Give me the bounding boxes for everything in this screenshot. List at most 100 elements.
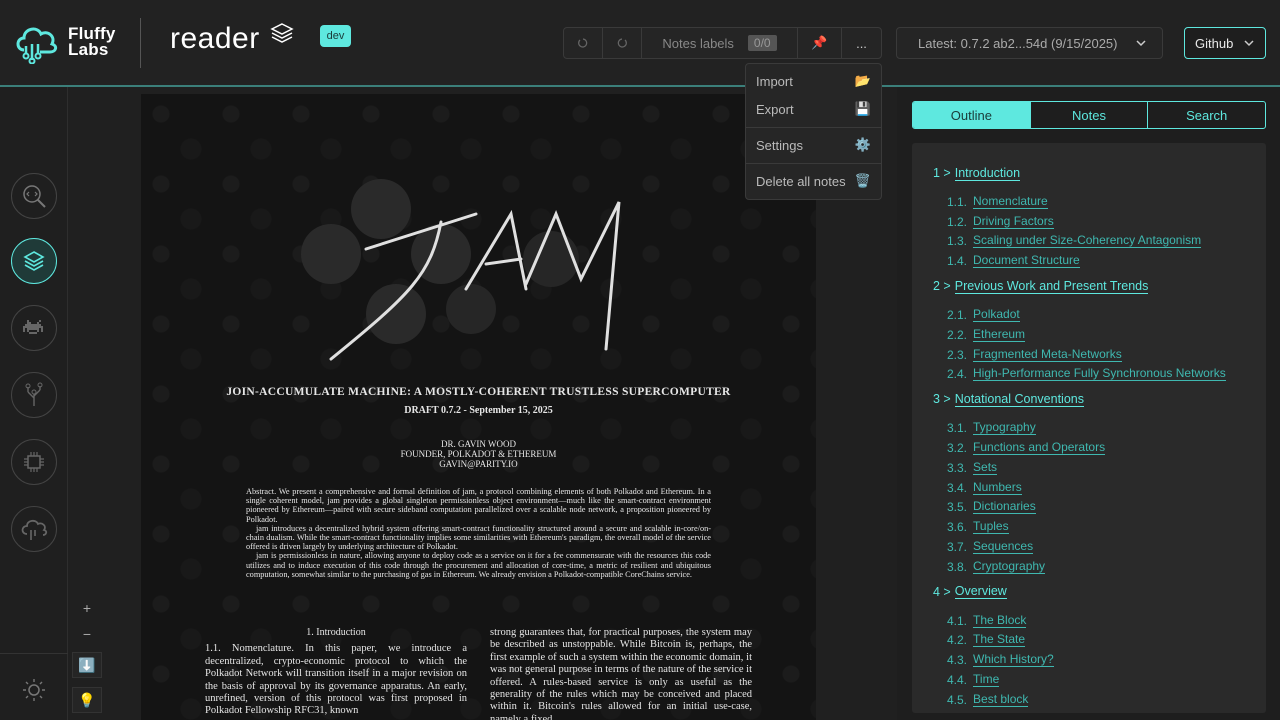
outline-section-link[interactable]: Overview	[954, 584, 1007, 600]
outline-subsection[interactable]: 4.1. The Block	[912, 611, 1266, 631]
author-email: GAVIN@PARITY.IO	[439, 459, 518, 469]
outline-section-link[interactable]: Previous Work and Present Trends	[954, 279, 1149, 294]
notes-labels-button[interactable]: Notes labels 0/0	[642, 28, 798, 58]
outline-subsection-link[interactable]: Best block	[973, 692, 1029, 707]
tab-outline[interactable]: Outline	[913, 102, 1031, 128]
outline-subsection-link[interactable]: Which History?	[973, 653, 1054, 668]
outline-subsection-link[interactable]: Polkadot	[973, 308, 1020, 323]
outline-subsection-link[interactable]: Fragmented Meta-Networks	[973, 347, 1122, 362]
zoom-in-button[interactable]: +	[72, 595, 102, 621]
cloud-circuit-icon	[16, 27, 58, 64]
outline-subsection-number: 4.2.	[947, 633, 968, 648]
sidebar-item-reader[interactable]	[11, 238, 57, 284]
tips-button[interactable]: 💡	[72, 687, 102, 713]
undo-button[interactable]	[564, 28, 603, 58]
menu-item-import[interactable]: Import 📂	[746, 67, 881, 95]
download-button[interactable]: ⬇️	[72, 652, 102, 678]
sidebar-item-code-search[interactable]	[11, 173, 57, 219]
outline-section-link[interactable]: Notational Conventions	[954, 392, 1084, 407]
redo-button[interactable]	[603, 28, 642, 58]
sidebar-item-invaders[interactable]	[11, 305, 57, 351]
outline-section-link[interactable]: Introduction	[954, 166, 1021, 181]
outline-subsection-link[interactable]: Numbers	[973, 480, 1022, 495]
pdf-page[interactable]: JOIN-ACCUMULATE MACHINE: A MOSTLY-COHERE…	[141, 94, 816, 720]
sidebar-item-fluffy[interactable]	[11, 506, 57, 552]
theme-toggle-button[interactable]	[11, 667, 57, 713]
outline-section[interactable]: 3 > Notational Conventions	[912, 389, 1266, 409]
outline-subsection-link[interactable]: Sets	[973, 460, 998, 475]
outline-subsection[interactable]: 1.1. Nomenclature	[912, 192, 1266, 212]
outline-panel: 1 > Introduction 1.1. Nomenclature 1.2. Drivi…	[912, 143, 1266, 713]
undo-icon	[578, 38, 588, 48]
more-menu-button[interactable]: ...	[842, 28, 881, 58]
outline-subsection[interactable]: 3.2. Functions and Operators	[912, 438, 1266, 458]
outline-subsection[interactable]: 1.4. Document Structure	[912, 251, 1266, 271]
circuit-tree-icon	[25, 382, 43, 406]
outline-subsection-link[interactable]: The State	[973, 633, 1026, 648]
outline-subsection-link[interactable]: Time	[973, 673, 1000, 688]
zoom-out-button[interactable]: −	[72, 621, 102, 647]
outline-subsection-link[interactable]: Typography	[973, 421, 1036, 436]
outline-subsection-number: 3.4.	[947, 480, 968, 495]
menu-item-label: Import	[756, 73, 793, 89]
outline-subsection-link[interactable]: Nomenclature	[973, 194, 1048, 209]
outline-subsection[interactable]: 3.4. Numbers	[912, 478, 1266, 498]
paper-author: DR. GAVIN WOOD FOUNDER, POLKADOT & ETHER…	[141, 439, 816, 469]
sidebar-item-circuit[interactable]	[11, 372, 57, 418]
github-select[interactable]: Github	[1184, 27, 1266, 59]
outline-section[interactable]: 2 > Previous Work and Present Trends	[912, 276, 1266, 296]
outline-subsection[interactable]: 3.5. Dictionaries	[912, 498, 1266, 518]
outline-subsection[interactable]: 4.3. Which History?	[912, 650, 1266, 670]
outline-subsection-link[interactable]: Cryptography	[973, 559, 1046, 574]
outline-subsection[interactable]: 2.3. Fragmented Meta-Networks	[912, 345, 1266, 365]
outline-subsection-number: 2.4.	[947, 367, 968, 382]
abstract-paragraph: jam introduces a decentralized hybrid sy…	[246, 523, 711, 552]
outline-subsection-link[interactable]: Sequences	[973, 540, 1034, 555]
outline-subsection[interactable]: 3.3. Sets	[912, 458, 1266, 478]
outline-subsection[interactable]: 2.4. High-Performance Fully Synchronous N…	[912, 365, 1266, 385]
dev-badge: dev	[320, 25, 351, 47]
paper-draft: DRAFT 0.7.2 - September 15, 2025	[404, 405, 553, 416]
outline-subsection[interactable]: 2.1. Polkadot	[912, 305, 1266, 325]
pin-button[interactable]: 📌	[798, 28, 842, 58]
outline-subsection-link[interactable]: Tuples	[973, 520, 1009, 535]
outline-subsection[interactable]: 3.7. Sequences	[912, 537, 1266, 557]
outline-subsection-link[interactable]: Document Structure	[973, 254, 1080, 269]
tab-notes[interactable]: Notes	[1031, 102, 1149, 128]
menu-item-export[interactable]: Export 💾	[746, 95, 881, 123]
outline-subsection[interactable]: 4.5. Best block	[912, 690, 1266, 710]
outline-subsection-number: 4.3.	[947, 653, 968, 668]
menu-item-delete-all-notes[interactable]: Delete all notes 🗑️	[746, 167, 881, 195]
outline-subsection-link[interactable]: Functions and Operators	[973, 441, 1106, 456]
outline-subsection[interactable]: 3.8. Cryptography	[912, 557, 1266, 577]
tab-search[interactable]: Search	[1148, 102, 1265, 128]
outline-subsection-number: 1.4.	[947, 254, 968, 269]
sidebar-item-chip[interactable]	[11, 439, 57, 485]
download-icon: ⬇️	[78, 656, 96, 673]
section-heading: 1. Introduction	[306, 627, 366, 638]
version-select[interactable]: Latest: 0.7.2 ab2...54d (9/15/2025)	[896, 27, 1163, 59]
outline-section[interactable]: 1 > Introduction	[912, 163, 1266, 183]
outline-subsection[interactable]: 4.2. The State	[912, 631, 1266, 651]
outline-subsection-number: 4.4.	[947, 673, 968, 688]
fluffy-labs-logo[interactable]: Fluffy Labs	[14, 20, 115, 64]
outline-section[interactable]: 4 > Overview	[912, 582, 1266, 602]
outline-subsection[interactable]: 1.2. Driving Factors	[912, 212, 1266, 232]
header: Fluffy Labs reader dev Notes labels 0/0 …	[0, 0, 1280, 87]
outline-subsection[interactable]: 3.6. Tuples	[912, 517, 1266, 537]
body-text: strong guarantees that, for practical pu…	[490, 627, 752, 720]
outline-subsection-link[interactable]: Scaling under Size-Coherency Antagonism	[973, 234, 1202, 249]
outline-subsection-link[interactable]: Driving Factors	[973, 214, 1054, 229]
outline-subsection[interactable]: 4.4. Time	[912, 670, 1266, 690]
outline-subsection-link[interactable]: High-Performance Fully Synchronous Netwo…	[973, 367, 1226, 382]
outline-subsection-number: 4.1.	[947, 613, 968, 628]
chevron-down-icon	[1136, 40, 1146, 47]
outline-subsection[interactable]: 3.1. Typography	[912, 418, 1266, 438]
outline-subsection-link[interactable]: Ethereum	[973, 327, 1026, 342]
outline-subsection[interactable]: 2.2. Ethereum	[912, 325, 1266, 345]
outline-subsection[interactable]: 1.3. Scaling under Size-Coherency Antagon…	[912, 232, 1266, 252]
menu-item-settings[interactable]: Settings ⚙️	[746, 131, 881, 159]
version-select-value: Latest: 0.7.2 ab2...54d (9/15/2025)	[918, 35, 1118, 51]
outline-subsection-link[interactable]: Dictionaries	[973, 500, 1036, 515]
outline-subsection-link[interactable]: The Block	[973, 613, 1027, 628]
